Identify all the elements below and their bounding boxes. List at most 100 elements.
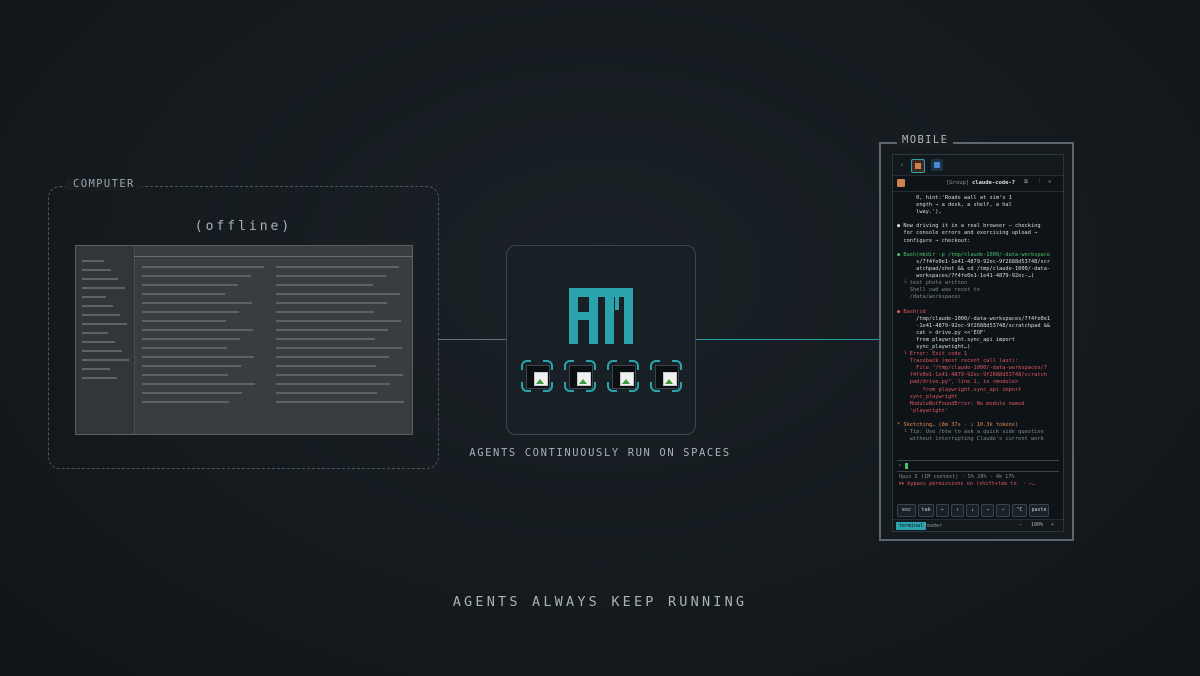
terminal-line: for console errors and exercising upload… [897, 230, 1038, 237]
content-placeholder-line [276, 329, 388, 331]
sidebar-placeholder-line [82, 359, 129, 361]
terminal-line: sync_playwright…) [897, 343, 971, 350]
back-icon[interactable]: ‹ [896, 159, 908, 171]
content-placeholder-line [142, 311, 239, 313]
key-3[interactable]: ← [936, 504, 949, 517]
copy-icon[interactable]: ⧉ [1024, 179, 1028, 186]
content-placeholder-line [142, 374, 228, 376]
content-placeholder-line [276, 347, 402, 349]
footer-caption: AGENTS ALWAYS KEEP RUNNING [452, 594, 748, 610]
sidebar-placeholder-line [82, 350, 122, 352]
sidebar-placeholder-line [82, 260, 104, 262]
computer-panel: (offline) [48, 186, 439, 469]
key-2[interactable]: tab [918, 504, 934, 517]
content-placeholder-line [142, 338, 240, 340]
sidebar-placeholder-line [82, 287, 125, 289]
computer-label: COMPUTER [66, 178, 142, 190]
terminal-line: Shell cwd was reset to [897, 287, 980, 294]
screenshot-toolbar-divider [134, 256, 412, 257]
terminal-line: without interrupting Claude's current wo… [897, 436, 1044, 443]
terminal-line: s/7f4fe0e1-1e41-4879-92ec-9f2688d53748/s… [897, 258, 1051, 265]
screenshot-sidebar [76, 246, 135, 434]
sidebar-placeholder-line [82, 323, 127, 325]
terminal-line: ModuleNotFoundError: No module named [897, 400, 1025, 407]
content-placeholder-line [142, 293, 225, 295]
content-placeholder-line [142, 275, 251, 277]
key-7[interactable]: ⏎ [996, 504, 1010, 517]
terminal-line: Traceback (most recent call last): [897, 358, 1019, 365]
content-placeholder-line [276, 338, 375, 340]
tab-reader[interactable]: reader [924, 522, 942, 530]
terminal-line: ength → a desk, a shelf, a hal [897, 202, 1012, 209]
sidebar-placeholder-line [82, 341, 115, 343]
content-placeholder-line [142, 383, 255, 385]
sidebar-placeholder-line [82, 377, 117, 379]
sidebar-placeholder-line [82, 296, 106, 298]
content-placeholder-line [142, 329, 253, 331]
close-icon[interactable]: ✕ [1048, 179, 1051, 185]
cursor [905, 463, 908, 469]
agent-slot-3 [604, 357, 642, 395]
zoom-out-button[interactable]: − [1019, 522, 1022, 528]
content-placeholder-line [276, 401, 404, 403]
computer-screenshot[interactable] [75, 245, 413, 435]
zoom-in-button[interactable]: + [1051, 522, 1054, 528]
terminal-line: └ Tip: Use /btw to ask a quick side ques… [897, 429, 1044, 436]
content-placeholder-line [142, 284, 238, 286]
zoom-level: 100% [1031, 522, 1044, 528]
mobile-screen: ‹ [Group] claude-code-7 ⧉ ⋮ ✕ 0, hint:'R… [892, 154, 1064, 532]
terminal-line: cat > drive.py <<'EOF' [897, 329, 987, 336]
key-9[interactable]: paste [1029, 504, 1049, 517]
terminal-line: ● Bash(cd [897, 308, 926, 315]
session-avatar [897, 179, 905, 187]
agent-slot-2 [561, 357, 599, 395]
terminal-line: pad/drive.py", line 1, in <module> [897, 379, 1019, 386]
prompt-input[interactable]: › [897, 460, 1059, 472]
mobile-tabbar: ‹ [893, 155, 1063, 176]
terminal-line: from playwright.sync_api import [897, 386, 1022, 393]
key-4[interactable]: ↑ [951, 504, 964, 517]
group-tag: [Group] [946, 180, 970, 186]
tab-blue-app[interactable] [931, 159, 943, 171]
content-placeholder-line [142, 392, 242, 394]
key-8[interactable]: ^C [1012, 504, 1027, 517]
permissions-status: ⏵⏵ bypass permissions on (shift+tab to ·… [899, 481, 1036, 487]
content-placeholder-line [276, 284, 373, 286]
terminal-line: f4fe0e1-1e41-4879-92ec-9f2688d53748/scra… [897, 372, 1047, 379]
key-row: esc tab ← ↑ ↓ → ⏎ ^C paste [896, 504, 1060, 517]
broken-image-icon [577, 372, 591, 386]
content-placeholder-line [276, 266, 399, 268]
tab-orange-app[interactable] [911, 159, 925, 173]
terminal-line: ● Now driving it in a real browser — che… [897, 223, 1041, 230]
key-6[interactable]: → [981, 504, 994, 517]
key-1[interactable]: esc [897, 504, 916, 517]
more-icon[interactable]: ⋮ [1037, 179, 1043, 185]
offline-label: (offline) [194, 219, 293, 234]
terminal-line: atchpad/shot && cd /tmp/claude-1000/-dat… [897, 265, 1051, 272]
content-placeholder-line [142, 302, 252, 304]
mobile-session-header: [Group] claude-code-7 ⧉ ⋮ ✕ [893, 176, 1063, 192]
sidebar-placeholder-line [82, 278, 118, 280]
terminal-line: └ Error: Exit code 1 [897, 351, 968, 358]
connector-right [695, 339, 879, 340]
content-placeholder-line [276, 392, 377, 394]
content-placeholder-line [142, 356, 254, 358]
terminal-line: 0, hint:'Roads wall at sim's 1 [897, 195, 1012, 201]
key-5[interactable]: ↓ [966, 504, 979, 517]
content-placeholder-line [276, 293, 400, 295]
broken-image-icon [620, 372, 634, 386]
terminal-line: /data/workspaces [897, 294, 961, 301]
content-placeholder-line [276, 374, 403, 376]
agent-slot-4 [647, 357, 685, 395]
content-placeholder-line [276, 356, 389, 358]
tab-terminal[interactable]: terminal [896, 522, 927, 530]
terminal-line: from playwright.sync_api import [897, 336, 1015, 343]
content-placeholder-line [142, 401, 229, 403]
terminal-line: sync_playwright [897, 393, 958, 400]
terminal-line: /tmp/claude-1000/-data-workspaces/7f4fe0… [897, 315, 1051, 322]
terminal-line: File "/tmp/claude-1000/-data-workspaces/… [897, 365, 1047, 372]
content-placeholder-line [142, 266, 264, 268]
